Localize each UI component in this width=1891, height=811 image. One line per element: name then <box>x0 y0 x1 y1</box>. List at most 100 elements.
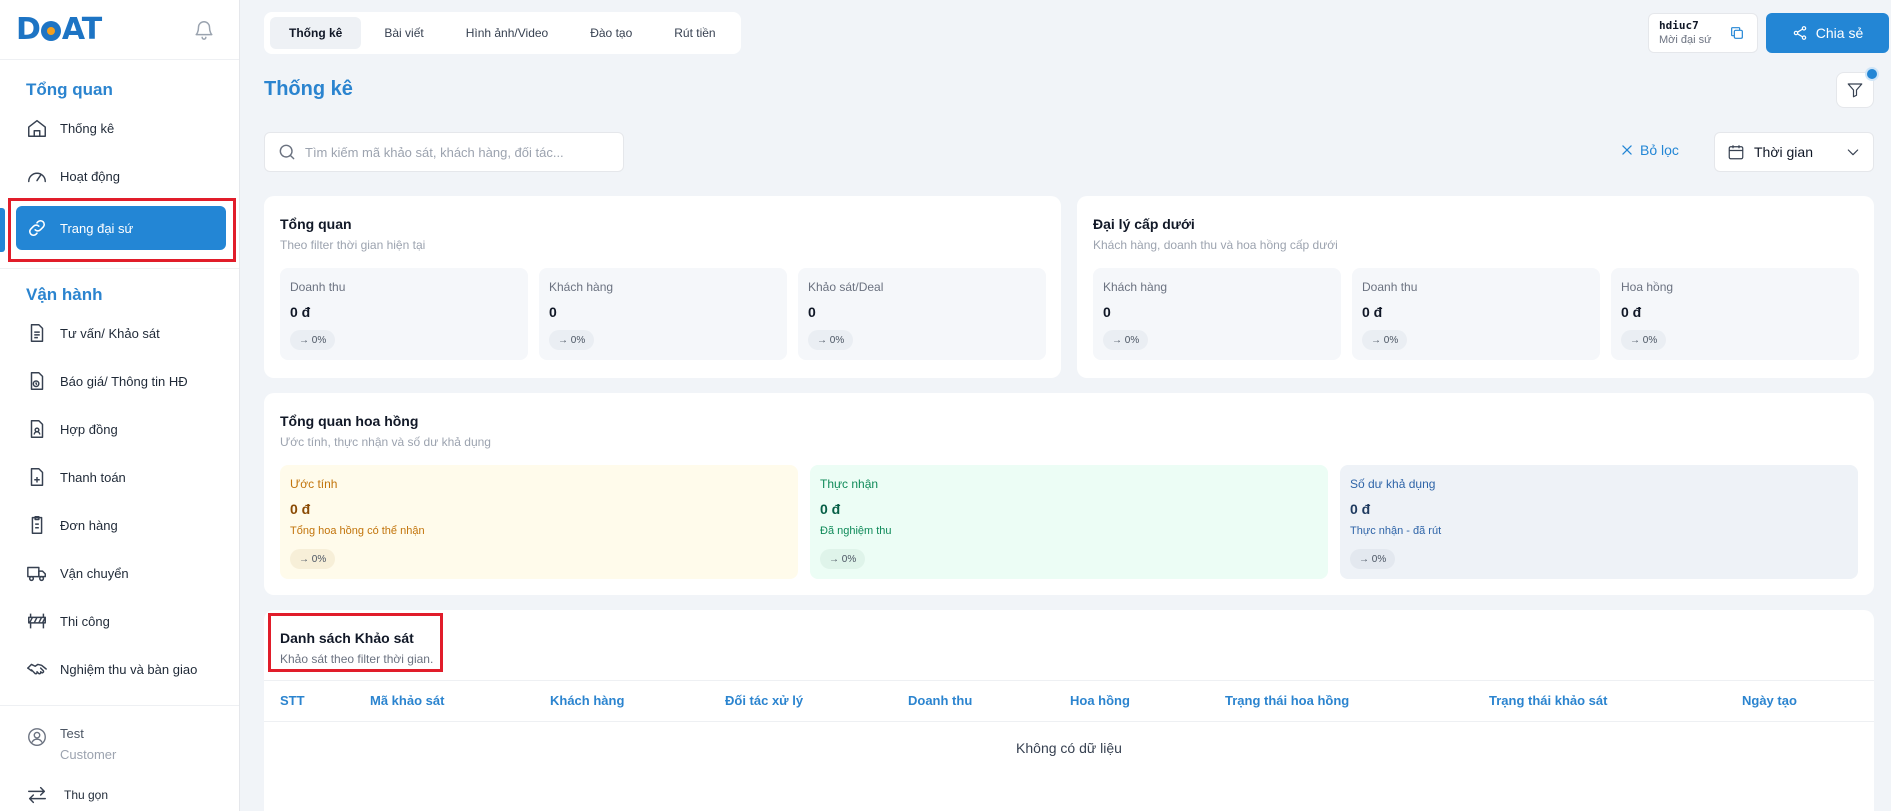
sidebar-item-payment[interactable]: Thanh toán <box>0 453 239 501</box>
column-header[interactable]: Đối tác xử lý <box>725 693 803 708</box>
search-icon <box>279 144 295 160</box>
document-icon <box>30 324 44 342</box>
commission-label: Số dư khả dụng <box>1350 477 1436 491</box>
logo[interactable]: D AT <box>16 12 102 47</box>
document-plus-icon <box>30 468 44 486</box>
sidebar-item-label: Thi công <box>60 613 110 629</box>
overview-title: Tổng quan <box>280 216 352 232</box>
column-header[interactable]: Trạng thái khảo sát <box>1489 693 1607 708</box>
column-header[interactable]: Hoa hồng <box>1070 693 1130 708</box>
stat-change: → 0% <box>1103 330 1149 350</box>
column-header[interactable]: Doanh thu <box>908 693 972 708</box>
stat-change: → 0% <box>1362 330 1408 350</box>
chevron-down-icon <box>1847 149 1859 156</box>
sidebar-item-label: Vận chuyển <box>60 565 129 581</box>
commission-note: Tổng hoa hồng có thể nhận <box>290 525 425 537</box>
stat-customers: Khách hàng 0 → 0% <box>539 268 787 360</box>
barrier-icon <box>28 613 46 629</box>
commission-title: Tổng quan hoa hồng <box>280 413 419 429</box>
document-user-icon <box>30 420 44 438</box>
highlight-box-ambassador <box>8 198 236 262</box>
stat-label: Doanh thu <box>290 280 346 294</box>
stat-label: Khách hàng <box>549 280 614 294</box>
stat-value: 0 <box>808 304 816 320</box>
tab-posts[interactable]: Bài viết <box>365 17 442 49</box>
commission-received: Thực nhận 0 đ Đã nghiệm thu → 0% <box>810 465 1328 579</box>
sidebar-footer: Test Customer Thu gọn <box>0 705 239 806</box>
stat-value: 0 đ <box>1621 304 1642 320</box>
top-tabs: Thống kê Bài viết Hình ảnh/Video Đào tạo… <box>264 12 741 54</box>
user-circle-icon <box>28 728 46 746</box>
time-range-label: Thời gian <box>1754 144 1813 160</box>
user-profile[interactable]: Test Customer <box>0 724 239 766</box>
stat-value: 0 đ <box>290 304 311 320</box>
logo-text-left: D <box>16 12 41 47</box>
commission-value: 0 đ <box>820 501 841 517</box>
column-header[interactable]: Ngày tạo <box>1742 693 1797 708</box>
sidebar-item-construction[interactable]: Thi công <box>0 597 239 645</box>
stat-change: → 0% <box>808 330 854 350</box>
sidebar-item-handover[interactable]: Nghiệm thu và bàn giao <box>0 645 239 693</box>
sidebar-item-statistics[interactable]: Thống kê <box>0 104 239 152</box>
sidebar-item-contract[interactable]: Hợp đồng <box>0 405 239 453</box>
survey-list-card: Danh sách Khảo sát Khảo sát theo filter … <box>264 610 1874 811</box>
stat-sub-revenue: Doanh thu 0 đ → 0% <box>1352 268 1600 360</box>
copy-icon[interactable] <box>1729 25 1745 41</box>
sidebar-item-activity[interactable]: Hoạt động <box>0 152 239 200</box>
clipboard-icon <box>31 516 43 534</box>
share-label: Chia sẻ <box>1815 25 1864 41</box>
search-input[interactable] <box>305 144 611 160</box>
commission-note: Đã nghiệm thu <box>820 525 892 537</box>
commission-estimate: Ước tính 0 đ Tổng hoa hồng có thể nhận →… <box>280 465 798 579</box>
commission-change: → 0% <box>820 549 866 569</box>
stat-surveys: Khảo sát/Deal 0 → 0% <box>798 268 1046 360</box>
sidebar-item-label: Nghiệm thu và bàn giao <box>60 661 198 677</box>
column-header[interactable]: STT <box>280 693 305 708</box>
sidebar-item-label: Hoạt động <box>60 168 120 184</box>
overview-card: Tổng quan Theo filter thời gian hiện tại… <box>264 196 1061 378</box>
stat-value: 0 <box>1103 304 1111 320</box>
sidebar-item-label: Đơn hàng <box>60 517 118 533</box>
filter-button[interactable] <box>1836 67 1879 108</box>
sidebar-item-quote[interactable]: Báo giá/ Thông tin HĐ <box>0 357 239 405</box>
time-range-select[interactable]: Thời gian <box>1714 132 1874 172</box>
commission-value: 0 đ <box>290 501 311 517</box>
clear-filter-button[interactable]: Bỏ lọc <box>1620 142 1679 158</box>
logo-text-right: AT <box>61 12 102 47</box>
sidebar-item-shipping[interactable]: Vận chuyển <box>0 549 239 597</box>
section-title-operation: Vận hành <box>26 285 103 304</box>
user-name: Test <box>60 726 84 741</box>
search-box <box>264 132 624 172</box>
commission-change: → 0% <box>290 549 336 569</box>
table-header: STT Mã khảo sát Khách hàng Đối tác xử lý… <box>264 680 1874 722</box>
tab-media[interactable]: Hình ảnh/Video <box>447 17 568 49</box>
commission-label: Thực nhận <box>820 477 879 491</box>
sidebar: D AT Tổng quan Thống kê Hoạt động Trang … <box>0 0 240 811</box>
table-empty-state: Không có dữ liệu <box>1016 740 1122 756</box>
stat-label: Khảo sát/Deal <box>808 280 884 294</box>
column-header[interactable]: Khách hàng <box>550 693 624 708</box>
sidebar-item-label: Hợp đồng <box>60 421 118 437</box>
sidebar-header: D AT <box>0 0 239 60</box>
tab-statistics[interactable]: Thống kê <box>270 17 362 49</box>
sub-agents-title: Đại lý cấp dưới <box>1093 216 1195 232</box>
sidebar-item-label: Báo giá/ Thông tin HĐ <box>60 373 188 389</box>
sidebar-item-orders[interactable]: Đơn hàng <box>0 501 239 549</box>
stat-label: Doanh thu <box>1362 280 1418 294</box>
commission-card: Tổng quan hoa hồng Ước tính, thực nhận v… <box>264 393 1874 595</box>
sidebar-divider <box>0 268 239 269</box>
tab-withdraw[interactable]: Rút tiền <box>655 17 734 49</box>
close-icon <box>1622 145 1632 155</box>
tab-training[interactable]: Đào tạo <box>571 17 651 49</box>
collapse-sidebar-button[interactable]: Thu gọn <box>0 784 239 806</box>
sidebar-item-consult[interactable]: Tư vấn/ Khảo sát <box>0 309 239 357</box>
share-button[interactable]: Chia sẻ <box>1766 13 1889 53</box>
home-icon <box>28 119 46 137</box>
column-header[interactable]: Mã khảo sát <box>370 693 444 708</box>
bell-icon[interactable] <box>193 19 215 41</box>
referral-code-box: hdiuc7 Mời đại sứ <box>1648 13 1758 53</box>
truck-icon <box>27 566 46 582</box>
column-header[interactable]: Trạng thái hoa hồng <box>1225 693 1349 708</box>
stat-value: 0 đ <box>1362 304 1383 320</box>
clear-filter-label: Bỏ lọc <box>1640 142 1679 158</box>
